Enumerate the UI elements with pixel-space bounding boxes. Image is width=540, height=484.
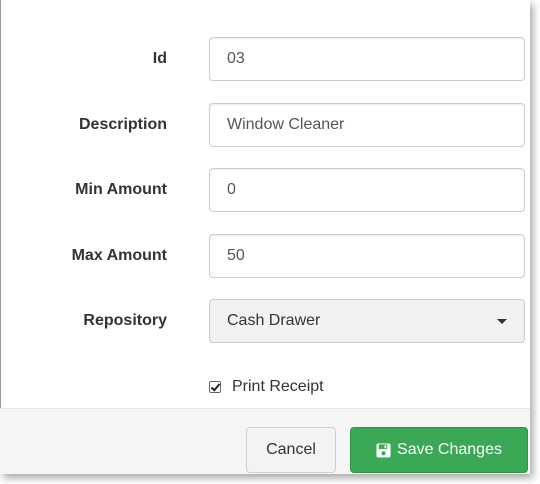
description-label: Description: [78, 116, 167, 133]
max-amount-label: Max Amount: [71, 247, 167, 264]
description-field[interactable]: [209, 103, 525, 147]
print-receipt-label: Print Receipt: [232, 378, 324, 395]
caret-down-icon: [497, 319, 507, 324]
floppy-disk-icon: [376, 442, 391, 458]
print-receipt-option[interactable]: Print Receipt: [209, 377, 324, 397]
modal-footer: Cancel Save Changes: [0, 408, 530, 474]
min-amount-field[interactable]: [209, 168, 525, 212]
repository-select[interactable]: Cash Drawer: [209, 299, 525, 343]
id-field[interactable]: [209, 37, 525, 81]
print-receipt-checkbox[interactable]: [209, 381, 221, 393]
description-row: Description: [0, 103, 530, 147]
min-amount-label: Min Amount: [75, 181, 167, 198]
id-row: Id: [0, 37, 530, 81]
max-amount-field[interactable]: [209, 234, 525, 278]
cancel-button-label: Cancel: [266, 441, 316, 458]
save-changes-button[interactable]: Save Changes: [350, 427, 528, 473]
max-amount-row: Max Amount: [0, 234, 530, 278]
repository-label: Repository: [83, 312, 167, 329]
min-amount-row: Min Amount: [0, 168, 530, 212]
checkmark-icon: [210, 381, 221, 392]
save-changes-label: Save Changes: [397, 441, 502, 458]
repository-row: Repository Cash Drawer: [0, 299, 530, 343]
page: Id Description Min Amount Max Amount Rep…: [0, 0, 540, 484]
repository-selected-value: Cash Drawer: [227, 312, 321, 329]
id-label: Id: [152, 50, 167, 67]
cancel-button[interactable]: Cancel: [246, 427, 336, 473]
edit-modal: Id Description Min Amount Max Amount Rep…: [0, 0, 530, 474]
